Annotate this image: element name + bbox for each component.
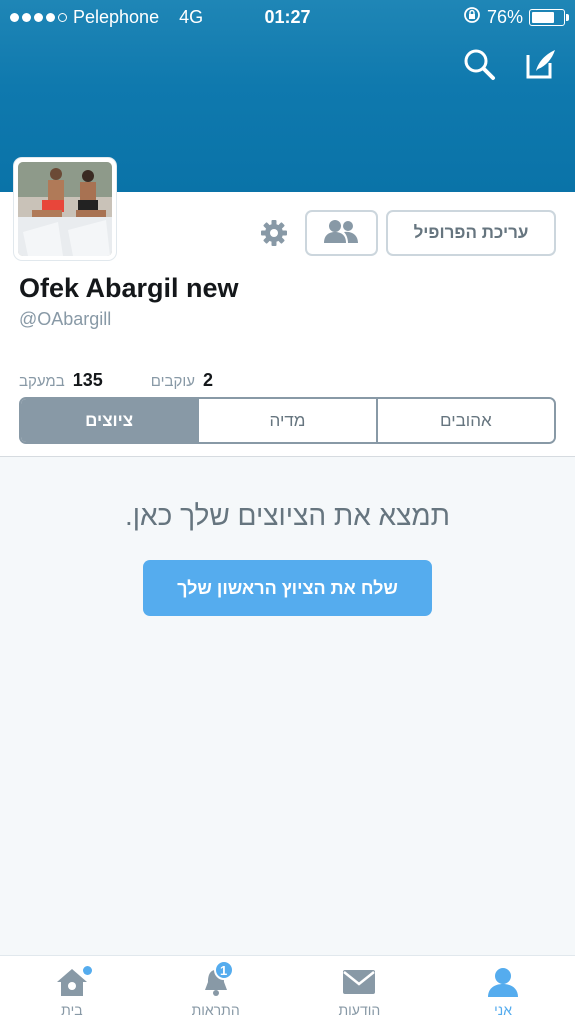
edit-profile-button[interactable]: עריכת הפרופיל: [386, 210, 556, 256]
following-count: 135: [72, 370, 103, 390]
tabbar-item-messages[interactable]: הודעות: [288, 956, 432, 1024]
bottom-tab-bar: בית 1 התראות הודעות אני: [0, 955, 575, 1024]
rotation-lock-icon: [463, 6, 481, 29]
followers-label: עוקבים: [150, 373, 195, 390]
profile-tabs: ציוצים מדיה אהובים: [19, 397, 556, 444]
following-stat[interactable]: 135 במעקב: [19, 370, 103, 391]
tabbar-item-me[interactable]: אני: [431, 956, 575, 1024]
header-actions: [459, 44, 561, 84]
tabbar-label-messages: הודעות: [338, 1002, 381, 1018]
network-type: 4G: [179, 6, 204, 27]
status-right: 76%: [463, 6, 569, 29]
profile-handle: @OAbargill: [19, 309, 112, 329]
home-unread-dot: [82, 966, 92, 975]
gear-icon[interactable]: [257, 216, 291, 250]
notifications-badge: 1: [213, 960, 234, 980]
who-to-follow-button[interactable]: [305, 210, 378, 256]
people-icon: [322, 218, 362, 249]
first-tweet-button[interactable]: שלח את הציוץ הראשון שלך: [143, 560, 432, 616]
search-icon[interactable]: [459, 44, 499, 84]
tabbar-label-home: בית: [61, 1002, 83, 1018]
tab-likes[interactable]: אהובים: [375, 399, 554, 442]
person-icon: [483, 964, 523, 1000]
envelope-icon: [339, 964, 379, 1000]
battery-level: [532, 11, 555, 23]
compose-icon[interactable]: [521, 44, 561, 84]
tabbar-item-home[interactable]: בית: [0, 956, 144, 1024]
battery-percent: 76%: [486, 6, 523, 27]
tabbar-label-me: אני: [494, 1002, 513, 1018]
avatar[interactable]: [14, 158, 116, 260]
tabbar-label-notifications: התראות: [191, 1002, 240, 1018]
empty-state-message: תמצא את הציוצים שלך כאן.: [125, 500, 450, 531]
profile-actions: עריכת הפרופיל: [257, 210, 556, 256]
avatar-photo: [18, 162, 112, 256]
bell-icon: 1: [196, 960, 236, 1000]
status-left: Pelephone 4G: [10, 7, 203, 28]
battery-icon: [529, 8, 569, 26]
home-icon: [52, 964, 92, 1000]
tab-media[interactable]: מדיה: [197, 399, 376, 442]
profile-stats: 2 עוקבים 135 במעקב: [19, 370, 213, 391]
tab-tweets[interactable]: ציוצים: [21, 399, 198, 442]
following-label: במעקב: [19, 373, 65, 390]
followers-stat[interactable]: 2 עוקבים: [151, 370, 213, 391]
followers-count: 2: [202, 370, 213, 390]
carrier-name: Pelephone: [73, 6, 160, 27]
status-bar: Pelephone 4G 01:27 76%: [0, 0, 575, 34]
tabbar-item-notifications[interactable]: 1 התראות: [144, 956, 288, 1024]
profile-name: Ofek Abargil new: [19, 273, 239, 303]
signal-strength-icon: [10, 12, 67, 22]
